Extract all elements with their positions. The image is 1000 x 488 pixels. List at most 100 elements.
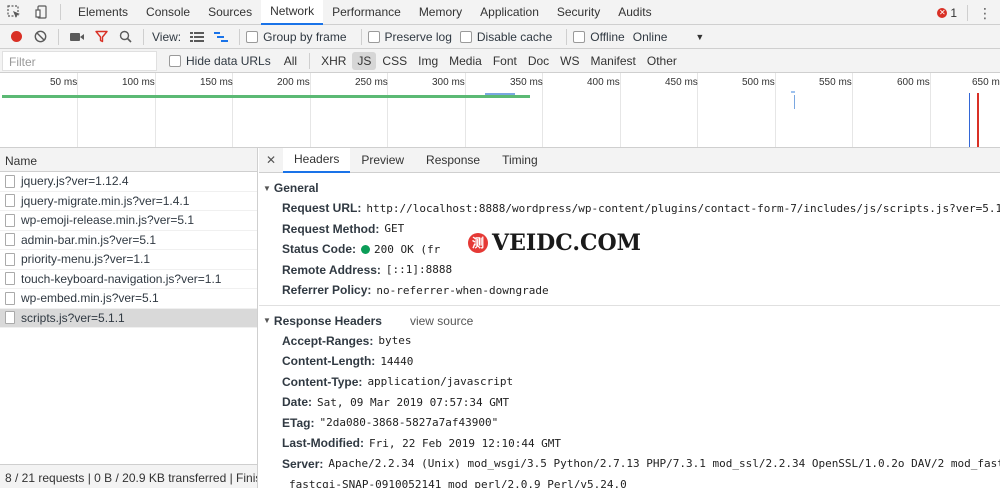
filter-type-all[interactable]: All bbox=[279, 52, 302, 70]
filter-type-css[interactable]: CSS bbox=[377, 52, 412, 70]
offline-checkbox[interactable]: Offline bbox=[573, 30, 625, 44]
header-value: GET bbox=[384, 222, 405, 236]
file-icon bbox=[5, 194, 15, 208]
timeline-tick-label: 600 ms bbox=[897, 77, 930, 88]
waterfall-icon bbox=[214, 31, 229, 42]
tab-sources[interactable]: Sources bbox=[199, 0, 261, 25]
timeline-load-line bbox=[977, 93, 979, 147]
timeline-tick-label: 650 m bbox=[972, 77, 1000, 88]
header-row: Referrer Policy: no-referrer-when-downgra… bbox=[259, 280, 1000, 301]
tab-console[interactable]: Console bbox=[137, 0, 199, 25]
network-toolbar: View: Group by frame Preserve log Disabl… bbox=[0, 25, 1000, 49]
throttling-select[interactable]: Online ▼ bbox=[633, 30, 705, 44]
tab-preview[interactable]: Preview bbox=[350, 148, 415, 173]
header-value: Fri, 22 Feb 2019 12:10:44 GMT bbox=[369, 436, 562, 450]
checkbox-box bbox=[573, 30, 586, 43]
toolbar-divider bbox=[360, 28, 362, 45]
tab-headers[interactable]: Headers bbox=[283, 148, 351, 173]
tab-memory[interactable]: Memory bbox=[410, 0, 471, 25]
header-value: 200 OK (fr bbox=[374, 242, 441, 256]
record-button[interactable] bbox=[4, 25, 28, 49]
filter-type-other[interactable]: Other bbox=[642, 52, 682, 70]
timeline-tick-label: 150 ms bbox=[200, 77, 233, 88]
error-count-badge[interactable]: ✕ 1 bbox=[937, 6, 957, 20]
timeline-tick-label: 550 ms bbox=[819, 77, 852, 88]
details-tabbar: ✕ Headers Preview Response Timing bbox=[259, 148, 1000, 173]
hide-data-urls-checkbox[interactable]: Hide data URLs bbox=[169, 54, 271, 68]
close-details-icon[interactable]: ✕ bbox=[259, 153, 283, 167]
timeline-tick-label: 200 ms bbox=[277, 77, 310, 88]
disable-cache-checkbox[interactable]: Disable cache bbox=[459, 30, 552, 44]
header-value: Sat, 09 Mar 2019 07:57:34 GMT bbox=[317, 395, 510, 409]
timeline-tick-label: 350 ms bbox=[510, 77, 543, 88]
timeline-tick-label: 450 ms bbox=[665, 77, 698, 88]
general-section-header[interactable]: ▼ General bbox=[259, 178, 1000, 198]
filter-type-media[interactable]: Media bbox=[444, 52, 487, 70]
view-source-link[interactable]: view source bbox=[410, 314, 473, 328]
timeline-gridline bbox=[930, 73, 931, 147]
timeline-tick-label: 400 ms bbox=[587, 77, 620, 88]
response-headers-section-header[interactable]: ▼ Response Headers view source bbox=[259, 311, 1000, 331]
filter-toggle-button[interactable] bbox=[89, 25, 113, 49]
preserve-log-checkbox[interactable]: Preserve log bbox=[367, 30, 452, 44]
toolbar-divider bbox=[566, 28, 568, 45]
group-by-frame-checkbox[interactable]: Group by frame bbox=[246, 30, 347, 44]
timeline-gridline bbox=[852, 73, 853, 147]
filter-type-js[interactable]: JS bbox=[352, 51, 377, 70]
filter-type-xhr[interactable]: XHR bbox=[316, 52, 351, 70]
request-row[interactable]: admin-bar.min.js?ver=5.1 bbox=[0, 231, 257, 250]
tab-network[interactable]: Network bbox=[261, 0, 324, 25]
device-toolbar-icon[interactable] bbox=[28, 0, 56, 25]
view-label: View: bbox=[152, 29, 182, 44]
waterfall-view-button[interactable] bbox=[209, 25, 233, 49]
tab-elements[interactable]: Elements bbox=[69, 0, 137, 25]
request-row[interactable]: touch-keyboard-navigation.js?ver=1.1 bbox=[0, 270, 257, 289]
expand-triangle-icon: ▼ bbox=[263, 316, 271, 325]
request-row-selected[interactable]: scripts.js?ver=5.1.1 bbox=[0, 308, 257, 328]
tab-audits[interactable]: Audits bbox=[609, 0, 660, 25]
request-row[interactable]: jquery-migrate.min.js?ver=1.4.1 bbox=[0, 192, 257, 211]
timeline-tick-label: 250 ms bbox=[355, 77, 388, 88]
timeline-request-bar-green bbox=[2, 95, 530, 98]
tab-response[interactable]: Response bbox=[415, 148, 491, 173]
search-icon bbox=[119, 30, 132, 43]
tab-timing[interactable]: Timing bbox=[491, 148, 549, 173]
more-options-icon[interactable]: ⋮ bbox=[978, 6, 992, 20]
tab-application[interactable]: Application bbox=[471, 0, 548, 25]
inspect-element-icon[interactable] bbox=[0, 0, 28, 25]
header-value: "2da080-3868-5827a7af43900" bbox=[319, 416, 499, 430]
request-row[interactable]: jquery.js?ver=1.12.4 bbox=[0, 172, 257, 192]
filter-type-manifest[interactable]: Manifest bbox=[586, 52, 641, 70]
response-headers-title: Response Headers bbox=[273, 313, 382, 328]
request-name: priority-menu.js?ver=1.1 bbox=[21, 252, 151, 267]
filter-funnel-icon bbox=[94, 30, 108, 43]
clear-icon bbox=[34, 30, 46, 43]
name-column-header[interactable]: Name bbox=[0, 148, 257, 172]
request-row[interactable]: priority-menu.js?ver=1.1 bbox=[0, 250, 257, 270]
timeline-tick-label: 100 ms bbox=[122, 77, 155, 88]
filter-type-font[interactable]: Font bbox=[488, 52, 522, 70]
filter-type-ws[interactable]: WS bbox=[555, 52, 584, 70]
network-overview-timeline[interactable]: 50 ms 100 ms 150 ms 200 ms 250 ms 300 ms… bbox=[0, 73, 1000, 148]
filter-input[interactable]: Filter bbox=[2, 50, 157, 71]
file-icon bbox=[5, 174, 15, 188]
request-row[interactable]: wp-embed.min.js?ver=5.1 bbox=[0, 289, 257, 309]
request-name: jquery-migrate.min.js?ver=1.4.1 bbox=[21, 193, 190, 208]
tab-security[interactable]: Security bbox=[548, 0, 609, 25]
request-name: wp-emoji-release.min.js?ver=5.1 bbox=[21, 213, 195, 228]
filter-type-doc[interactable]: Doc bbox=[523, 52, 554, 70]
error-icon: ✕ bbox=[937, 7, 948, 18]
checkbox-box bbox=[246, 30, 259, 43]
filter-type-img[interactable]: Img bbox=[413, 52, 443, 70]
request-row[interactable]: wp-emoji-release.min.js?ver=5.1 bbox=[0, 211, 257, 231]
search-button[interactable] bbox=[113, 25, 137, 49]
tab-performance[interactable]: Performance bbox=[323, 0, 410, 25]
toolbar-divider bbox=[239, 28, 241, 45]
requests-summary-status: 8 / 21 requests | 0 B / 20.9 KB transfer… bbox=[0, 464, 257, 488]
header-key: Status Code: bbox=[282, 242, 357, 257]
header-key: Request URL: bbox=[282, 201, 362, 216]
clear-button[interactable] bbox=[28, 25, 52, 49]
file-icon bbox=[5, 291, 15, 305]
capture-screenshots-button[interactable] bbox=[65, 25, 89, 49]
large-rows-button[interactable] bbox=[185, 25, 209, 49]
